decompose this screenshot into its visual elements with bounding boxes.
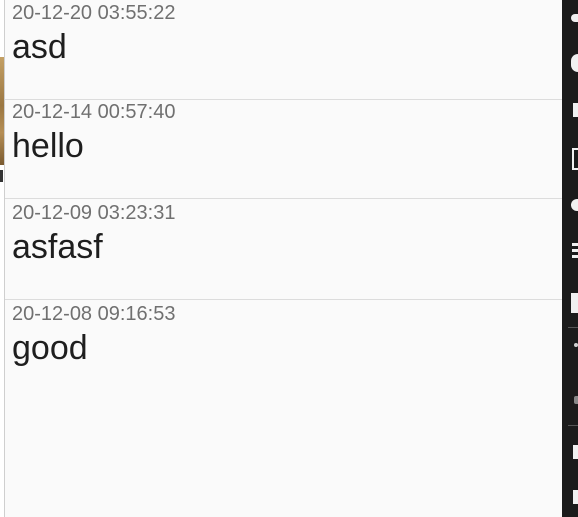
panel-icon <box>571 14 578 22</box>
message-timestamp: 20-12-09 03:23:31 <box>12 202 176 224</box>
edge-marker <box>0 170 3 182</box>
message-text: asd <box>12 28 67 66</box>
panel-icon <box>574 396 578 404</box>
image-thumbnail-edge <box>0 57 4 165</box>
panel-icon <box>571 54 578 72</box>
panel-icon <box>573 490 578 504</box>
message-text: asfasf <box>12 228 103 266</box>
list-item[interactable]: 20-12-08 09:16:53 good <box>5 301 562 401</box>
panel-icon <box>571 293 578 313</box>
back-arrow-icon <box>573 103 578 117</box>
panel-icon <box>572 148 578 170</box>
message-timestamp: 20-12-20 03:55:22 <box>12 2 176 24</box>
panel-icon <box>574 343 578 361</box>
message-text: hello <box>12 127 84 165</box>
panel-icon <box>573 445 578 459</box>
message-text: good <box>12 329 88 367</box>
list-item[interactable]: 20-12-09 03:23:31 asfasf <box>5 200 562 300</box>
list-item[interactable]: 20-12-20 03:55:22 asd <box>5 0 562 100</box>
panel-icon <box>571 199 578 211</box>
list-icon <box>572 243 578 261</box>
side-panel-edge <box>562 0 578 517</box>
panel-divider <box>568 327 578 328</box>
message-timestamp: 20-12-08 09:16:53 <box>12 303 176 325</box>
message-list[interactable]: 20-12-20 03:55:22 asd 20-12-14 00:57:40 … <box>5 0 562 517</box>
list-item[interactable]: 20-12-14 00:57:40 hello <box>5 99 562 199</box>
message-timestamp: 20-12-14 00:57:40 <box>12 101 176 123</box>
app-screen: 20-12-20 03:55:22 asd 20-12-14 00:57:40 … <box>0 0 578 517</box>
panel-divider <box>568 425 578 426</box>
